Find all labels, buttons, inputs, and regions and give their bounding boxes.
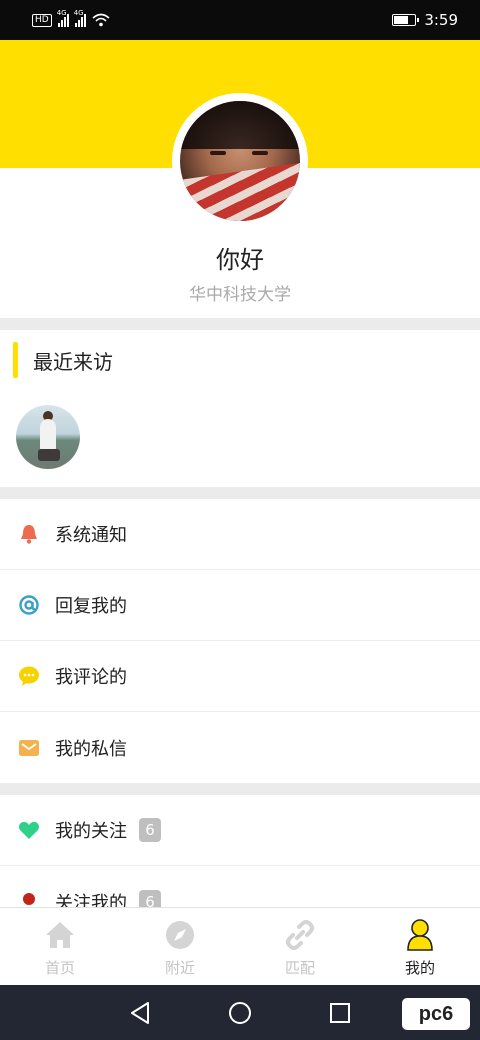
visitor-avatar[interactable] <box>16 405 80 469</box>
menu-item-followers[interactable]: 关注我的 6 <box>0 866 480 907</box>
clock: 3:59 <box>424 11 458 29</box>
tab-match[interactable]: 匹配 <box>240 908 360 985</box>
tab-nearby[interactable]: 附近 <box>120 908 240 985</box>
tab-label: 我的 <box>404 959 435 977</box>
divider <box>0 318 480 330</box>
menu-item-system-notice[interactable]: 系统通知 <box>0 499 480 570</box>
signal-icon: 4G <box>57 9 69 27</box>
tab-mine[interactable]: 我的 <box>360 908 480 985</box>
avatar[interactable] <box>180 101 300 221</box>
dot-icon <box>17 890 41 908</box>
divider <box>0 487 480 499</box>
menu-label: 系统通知 <box>55 525 127 546</box>
home-icon <box>43 918 77 952</box>
menu-item-replies[interactable]: 回复我的 <box>0 570 480 641</box>
tab-home[interactable]: 首页 <box>0 908 120 985</box>
wifi-icon <box>92 13 110 27</box>
count-badge: 6 <box>139 818 161 842</box>
at-icon <box>17 593 41 617</box>
menu-item-following[interactable]: 我的关注 6 <box>0 795 480 866</box>
section-title: 最近来访 <box>13 342 113 378</box>
status-right: 3:59 <box>392 11 458 29</box>
back-icon[interactable] <box>120 993 160 1033</box>
avatar-ring[interactable] <box>172 93 308 229</box>
divider <box>0 783 480 795</box>
username: 你好 <box>216 246 264 274</box>
tab-label: 匹配 <box>284 959 315 977</box>
profile-page: 你好 华中科技大学 最近来访 系统通知 回复我的 我评论的 我的私信 我的关注 … <box>0 40 480 907</box>
recents-square-icon[interactable] <box>320 993 360 1033</box>
signal-icon: 4G <box>74 9 86 27</box>
heart-icon <box>17 818 41 842</box>
hd-badge: HD <box>32 13 52 27</box>
home-circle-icon[interactable] <box>220 993 260 1033</box>
tab-label: 附近 <box>164 959 195 977</box>
battery-icon <box>392 14 420 26</box>
section-accent-bar <box>13 342 18 378</box>
menu-label: 回复我的 <box>55 596 127 617</box>
menu-item-my-comments[interactable]: 我评论的 <box>0 641 480 712</box>
comment-icon <box>17 664 41 688</box>
watermark-logo: pc6 <box>402 998 470 1030</box>
menu-label: 我评论的 <box>55 667 127 688</box>
menu-item-private-messages[interactable]: 我的私信 <box>0 712 480 783</box>
menu-label: 我的关注 <box>55 821 127 842</box>
watermark-text: pc6 <box>418 1002 454 1025</box>
count-badge: 6 <box>139 889 161 907</box>
school-name: 华中科技大学 <box>189 285 291 305</box>
bell-icon <box>17 522 41 546</box>
message-menu: 系统通知 回复我的 我评论的 我的私信 <box>0 499 480 783</box>
status-bar: HD 4G 4G 3:59 <box>0 0 480 40</box>
recent-visitors-section: 最近来访 <box>0 330 480 487</box>
link-icon <box>283 918 317 952</box>
menu-label: 我的私信 <box>55 738 127 760</box>
compass-icon <box>163 918 197 952</box>
recent-visitors-title: 最近来访 <box>33 349 113 374</box>
mail-icon <box>17 736 41 760</box>
tab-label: 首页 <box>44 959 75 977</box>
follow-menu: 我的关注 6 关注我的 6 <box>0 795 480 907</box>
bottom-tab-bar: 首页 附近 匹配 我的 <box>0 907 480 985</box>
status-left: HD 4G 4G <box>32 9 110 27</box>
menu-label: 关注我的 <box>55 892 127 908</box>
person-icon <box>403 918 437 952</box>
profile-card: 你好 华中科技大学 <box>0 93 480 318</box>
